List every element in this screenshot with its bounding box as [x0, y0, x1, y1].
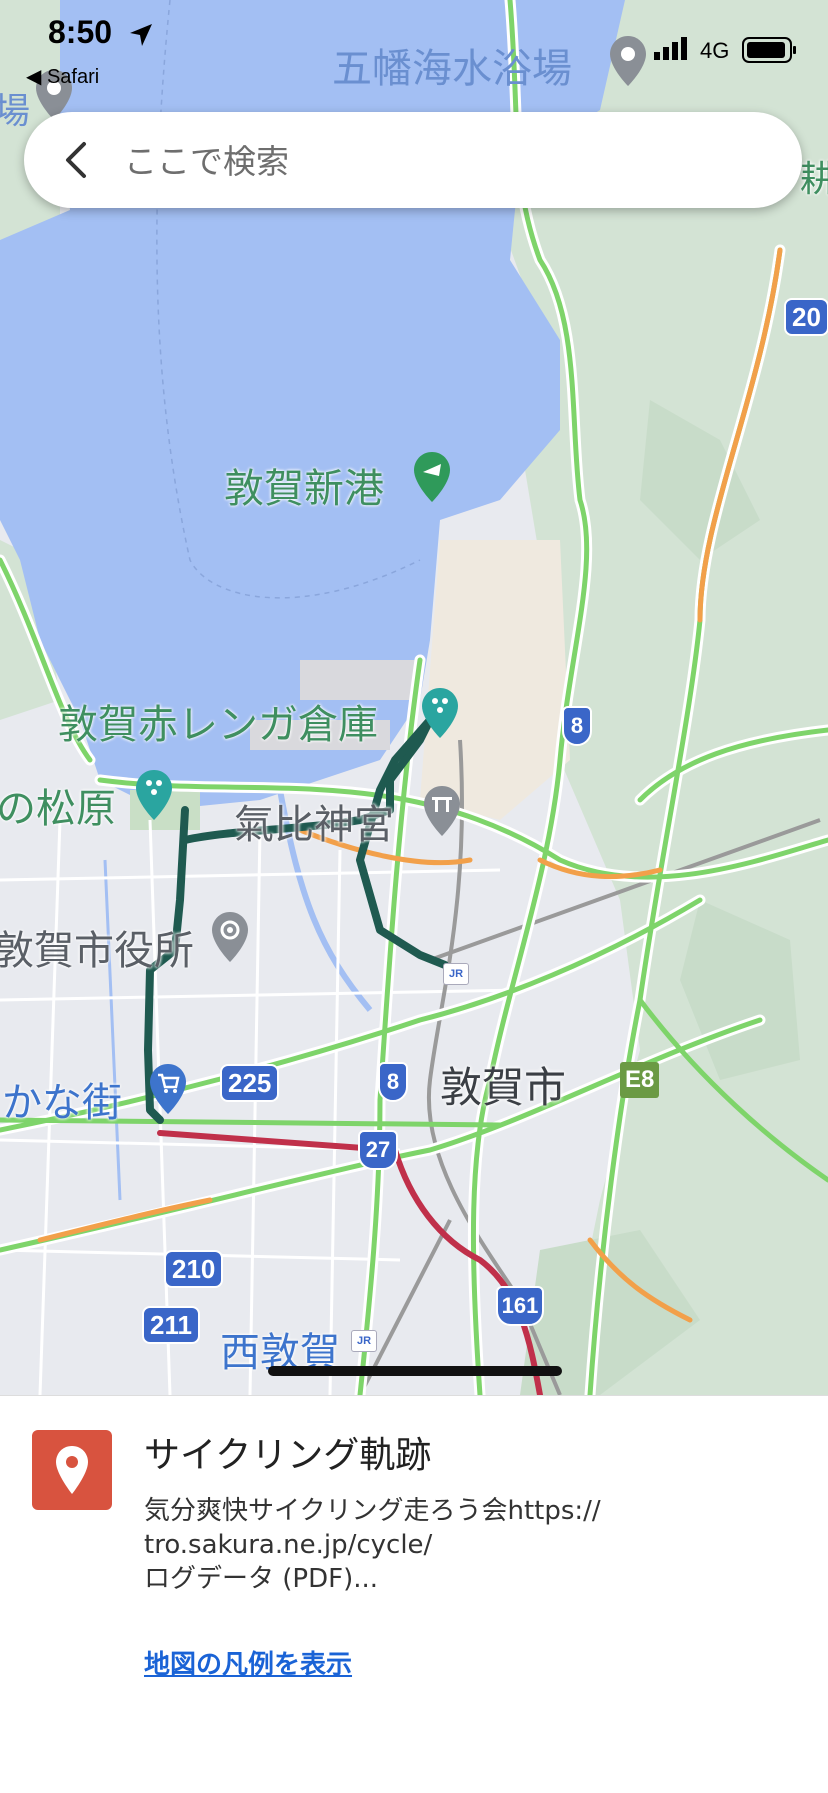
- description-line: 気分爽快サイクリング走ろう会https://: [144, 1496, 601, 1526]
- port-pin-icon[interactable]: [412, 450, 452, 504]
- route-shield-20: 20: [784, 298, 828, 336]
- description-line: tro.sakura.ne.jp/cycle/: [144, 1530, 433, 1560]
- sheet-description: 気分爽快サイクリング走ろう会https:// tro.sakura.ne.jp/…: [144, 1494, 784, 1596]
- map-label-city-hall: 敦賀市役所: [0, 928, 194, 974]
- signal-icon: [654, 37, 687, 60]
- map-view[interactable]: 五幡海水浴場 場 耕 敦賀新港 敦賀赤レンガ倉庫 の松原 氣比神宮 敦賀市役所 …: [0, 0, 828, 1395]
- description-line: ログデータ (PDF)...: [144, 1564, 379, 1594]
- sheet-title: サイクリング軌跡: [144, 1435, 432, 1476]
- route-shield-161: 161: [496, 1286, 544, 1326]
- search-input[interactable]: [122, 132, 746, 190]
- shrine-pin-icon[interactable]: [422, 784, 462, 838]
- route-shield-8: 8: [378, 1062, 408, 1102]
- map-label-port: 敦賀新港: [224, 466, 384, 512]
- jr-station-icon[interactable]: JR: [351, 1330, 377, 1352]
- map-label-pine: の松原: [0, 786, 116, 832]
- network-type: 4G: [700, 38, 730, 63]
- route-shield-211: 211: [142, 1306, 200, 1344]
- map-label-warehouse: 敦賀赤レンガ倉庫: [58, 702, 378, 748]
- home-indicator[interactable]: [268, 1366, 562, 1376]
- chevron-left-icon[interactable]: [54, 136, 102, 184]
- location-arrow-icon: [130, 24, 152, 46]
- attraction-pin-icon[interactable]: [134, 768, 174, 822]
- status-time: 8:50: [48, 14, 113, 50]
- status-bar: 8:50 ◀ Safari 4G: [0, 0, 828, 90]
- map-pin-icon: [32, 1430, 112, 1510]
- jr-station-icon[interactable]: JR: [443, 963, 469, 985]
- map-label-mall: かな街: [2, 1080, 122, 1126]
- show-legend-link[interactable]: 地図の凡例を表示: [144, 1644, 352, 1681]
- route-shield-27: 27: [358, 1130, 398, 1170]
- attraction-pin-icon[interactable]: [420, 686, 460, 740]
- shopping-pin-icon[interactable]: [148, 1062, 188, 1116]
- info-sheet: サイクリング軌跡 気分爽快サイクリング走ろう会https:// tro.saku…: [0, 1395, 828, 1793]
- route-shield-8: 8: [562, 706, 592, 746]
- back-to-safari[interactable]: ◀ Safari: [26, 64, 99, 89]
- route-shield-225: 225: [220, 1064, 280, 1102]
- map-label-right-edge: 耕: [800, 159, 828, 200]
- search-bar[interactable]: [24, 112, 802, 208]
- route-shield-210: 210: [164, 1250, 224, 1288]
- city-hall-pin-icon[interactable]: [210, 910, 250, 964]
- map-label-city: 敦賀市: [440, 1063, 567, 1112]
- battery-icon: [742, 37, 796, 63]
- expressway-shield-e8: E8: [620, 1062, 660, 1098]
- map-label-shrine: 氣比神宮: [234, 802, 394, 848]
